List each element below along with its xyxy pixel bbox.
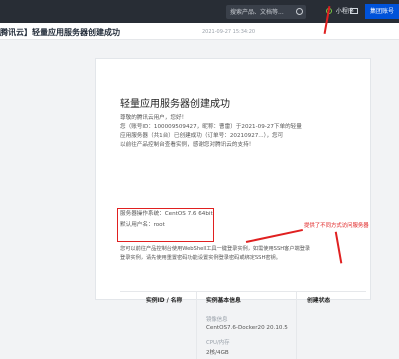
top-navbar: 搜索产品、文档等... 小程序 集团账号	[0, 0, 399, 23]
image-value: CentOS7.6-Docker20 20.10.5	[206, 325, 288, 331]
image-label: 镜像信息	[206, 317, 228, 323]
email-line-2: 应用服务器（共1台）已创建成功（订单号：20210927...），您可	[120, 133, 284, 139]
team-account-button[interactable]: 集团账号	[365, 4, 399, 19]
search-input[interactable]: 搜索产品、文档等...	[226, 5, 306, 19]
search-placeholder: 搜索产品、文档等...	[230, 9, 284, 16]
search-icon	[296, 8, 303, 15]
email-line-1: 您（账号ID：100009509427，昵称：曹雷）于2021-09-27下单的…	[120, 124, 302, 130]
annotation-note: 提供了不同方式访问服务器	[304, 223, 369, 229]
annotation-arrow-1	[245, 228, 303, 243]
message-title-bar: 腾讯云】轻量应用服务器创建成功 2021-09-27 15:34:20	[0, 23, 399, 40]
greeting-text: 尊敬的腾讯云用户，您好！	[120, 115, 188, 121]
access-line-1: 您可以前往产品控制台使用WebShell工具一键登录实例，如需使用SSH客户端登…	[120, 246, 311, 252]
highlight-box	[117, 208, 214, 242]
email-card: 轻量应用服务器创建成功 尊敬的腾讯云用户，您好！ 您（账号ID：10000950…	[95, 58, 371, 359]
mail-icon[interactable]	[350, 8, 358, 14]
message-title: 腾讯云】轻量应用服务器创建成功	[0, 28, 120, 37]
annotation-arrow-2	[335, 231, 343, 264]
email-line-3: 以前往产品控制台查看实例，感谢您对腾讯云的支持！	[120, 142, 255, 148]
message-time: 2021-09-27 15:34:20	[202, 29, 256, 35]
cpu-value: 2核/4GB	[206, 350, 229, 356]
cpu-label: CPU/内存	[206, 340, 230, 346]
email-heading: 轻量应用服务器创建成功	[120, 99, 230, 110]
access-line-2: 登录实例，请先使用重置密码功能设置实例登录密码或绑定SSH密钥。	[120, 255, 281, 261]
